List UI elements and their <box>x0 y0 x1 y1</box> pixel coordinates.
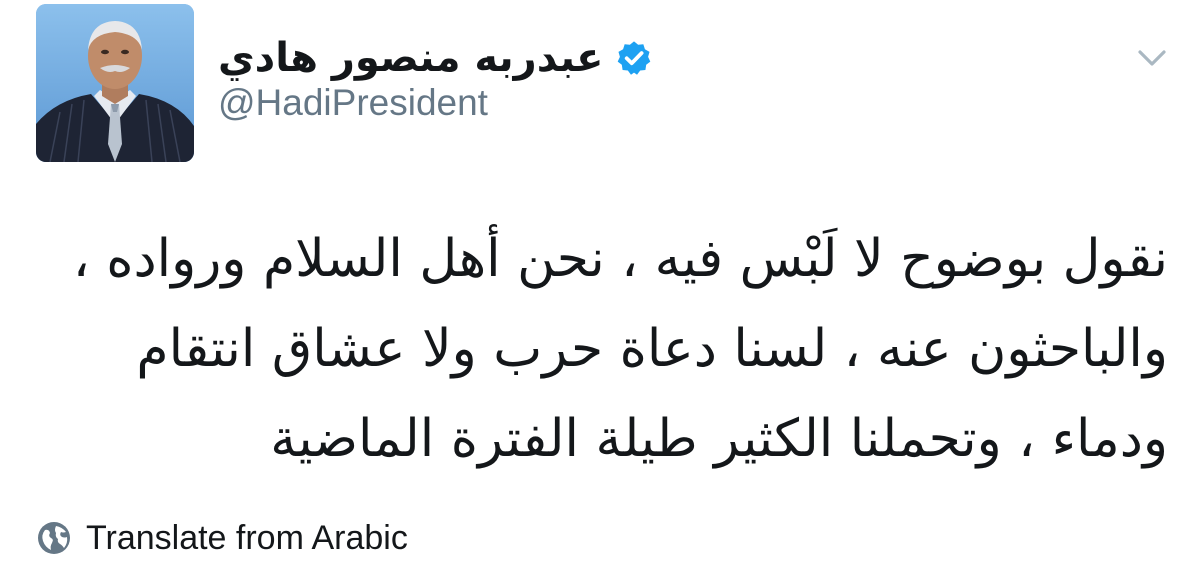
author-display-name[interactable]: عبدربه منصور هادي <box>218 35 603 81</box>
globe-icon <box>36 520 72 556</box>
author-name-row[interactable]: عبدربه منصور هادي <box>218 30 653 86</box>
tweet-text-line: نقول بوضوح لا لَبْس فيه ، نحن أهل السلام… <box>72 229 1168 289</box>
profile-photo <box>36 4 194 162</box>
tweet-text-line: ودماء ، وتحملنا الكثير طيلة الفترة الماض… <box>270 409 1168 469</box>
translate-label[interactable]: Translate from Arabic <box>86 519 408 558</box>
verified-badge-icon <box>615 39 653 77</box>
tweet: عبدربه منصور هادي @HadiPresident نقول بو… <box>0 0 1200 577</box>
author-handle[interactable]: @HadiPresident <box>218 82 488 124</box>
chevron-down-icon[interactable] <box>1136 46 1168 70</box>
tweet-text: نقول بوضوح لا لَبْس فيه ، نحن أهل السلام… <box>36 214 1168 484</box>
author-avatar[interactable] <box>36 4 194 162</box>
translate-link[interactable]: Translate from Arabic <box>36 516 408 560</box>
tweet-text-line: والباحثون عنه ، لسنا دعاة حرب ولا عشاق ا… <box>136 319 1168 379</box>
